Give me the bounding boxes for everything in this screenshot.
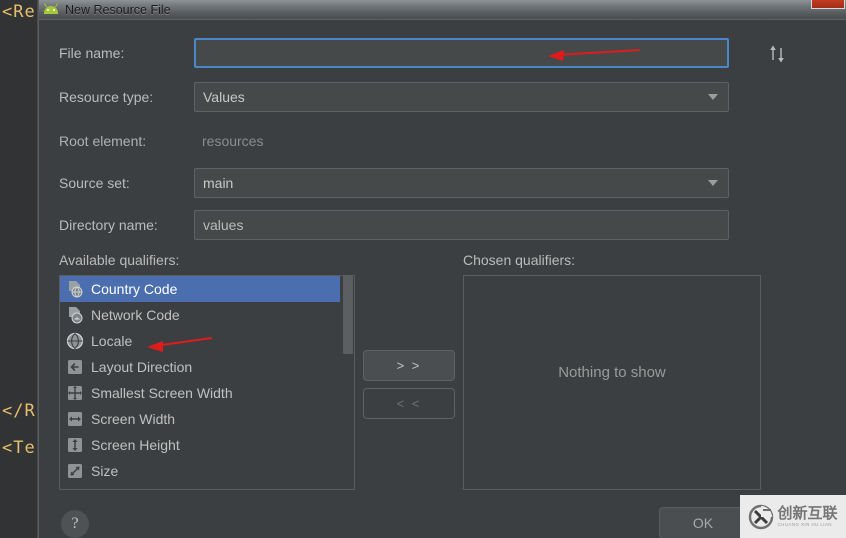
directory-name-label: Directory name:	[59, 217, 158, 233]
chosen-qualifiers-label: Chosen qualifiers:	[463, 252, 576, 268]
locale-globe-icon	[66, 332, 84, 350]
chevron-down-icon	[708, 94, 718, 100]
network-code-icon	[66, 306, 84, 324]
source-set-value: main	[203, 175, 234, 191]
resource-type-value: Values	[203, 89, 245, 105]
add-qualifier-button[interactable]: > >	[363, 350, 455, 381]
list-item[interactable]: Screen Height	[60, 432, 340, 458]
remove-qualifier-button[interactable]: < <	[363, 388, 455, 419]
directory-name-row: Directory name: values	[59, 210, 769, 240]
screen-height-icon	[66, 436, 84, 454]
list-item[interactable]: Smallest Screen Width	[60, 380, 340, 406]
source-set-row: Source set: main	[59, 168, 769, 198]
watermark-en-text: CHUANG XIN HU LIAN	[777, 521, 832, 527]
root-element-value: resources	[202, 133, 264, 149]
code-line: </R	[2, 401, 36, 421]
directory-name-input[interactable]: values	[194, 210, 729, 240]
list-item-label: Layout Direction	[91, 359, 193, 375]
scrollbar-thumb[interactable]	[343, 276, 353, 354]
resource-type-label: Resource type:	[59, 89, 154, 105]
available-qualifiers-list[interactable]: Country Code Network Code Locale Layout Dir…	[59, 275, 355, 490]
list-item[interactable]: Locale	[60, 328, 340, 354]
circled-x-logo-icon	[749, 504, 774, 529]
dialog-titlebar[interactable]: New Resource File	[39, 0, 846, 19]
dialog-title: New Resource File	[65, 2, 171, 17]
resource-type-select[interactable]: Values	[194, 82, 729, 112]
list-item-label: Locale	[91, 333, 133, 349]
screen-width-icon	[66, 410, 84, 428]
file-name-row: File name:	[59, 38, 769, 68]
list-item[interactable]: Network Code	[60, 302, 340, 328]
source-set-label: Source set:	[59, 175, 130, 191]
sort-swap-icon[interactable]	[767, 43, 789, 65]
list-item[interactable]: Layout Direction	[60, 354, 340, 380]
screenshot-root: <Re </R <Te New Resource File File name:	[0, 0, 846, 538]
file-name-label: File name:	[59, 45, 125, 61]
file-name-input[interactable]	[194, 38, 729, 68]
chosen-qualifiers-list[interactable]: Nothing to show	[463, 275, 761, 490]
watermark-cn-text: 创新互联	[777, 504, 838, 522]
list-scrollbar[interactable]	[341, 276, 354, 489]
source-set-select[interactable]: main	[194, 168, 729, 198]
list-item-label: Smallest Screen Width	[91, 385, 233, 401]
chevron-down-icon	[708, 180, 718, 186]
root-element-label: Root element:	[59, 133, 147, 149]
code-line: <Re	[2, 2, 36, 22]
size-icon	[66, 462, 84, 480]
resource-type-row: Resource type: Values	[59, 82, 769, 112]
list-item[interactable]: Size	[60, 458, 340, 484]
android-icon	[43, 2, 59, 18]
list-item-label: Country Code	[91, 281, 178, 297]
dialog-body: File name: Resource type: Values Root el…	[39, 19, 846, 538]
ok-button[interactable]: OK	[659, 507, 747, 538]
help-button[interactable]: ?	[61, 510, 89, 538]
smallest-screen-width-icon	[66, 384, 84, 402]
list-item[interactable]: Country Code	[60, 276, 340, 302]
root-element-row: Root element: resources	[59, 126, 769, 156]
country-code-icon	[66, 280, 84, 298]
list-item-label: Size	[91, 463, 119, 479]
list-item-label: Screen Height	[91, 437, 180, 453]
new-resource-file-dialog: New Resource File File name: Resource ty…	[38, 0, 846, 538]
nothing-to-show-message: Nothing to show	[558, 364, 666, 381]
available-qualifiers-label: Available qualifiers:	[59, 252, 180, 268]
code-line: <Te	[2, 438, 36, 458]
watermark: 创新互联 CHUANG XIN HU LIAN	[740, 495, 846, 538]
list-item-label: Screen Width	[91, 411, 176, 427]
layout-direction-icon	[66, 358, 84, 376]
list-item[interactable]: Screen Width	[60, 406, 340, 432]
close-icon[interactable]	[811, 0, 845, 9]
list-item-label: Network Code	[91, 307, 180, 323]
